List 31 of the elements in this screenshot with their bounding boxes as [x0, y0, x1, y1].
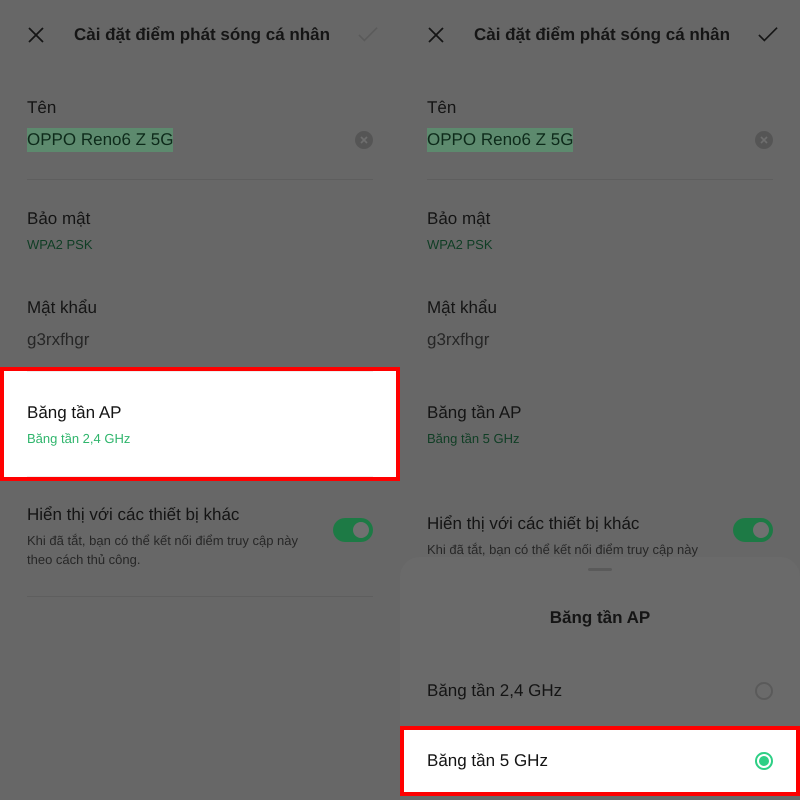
- name-field[interactable]: OPPO Reno6 Z 5G: [27, 128, 174, 152]
- clear-icon[interactable]: [755, 130, 773, 148]
- security-value: WPA2 PSK: [27, 236, 93, 252]
- visibility-toggle[interactable]: [733, 518, 773, 542]
- visibility-label: Hiển thị với các thiết bị khác: [27, 504, 240, 524]
- band-row[interactable]: Băng tần AP Băng tần 5 GHz: [400, 367, 800, 481]
- band-option[interactable]: Băng tần 5 GHz: [400, 726, 800, 796]
- clear-icon[interactable]: [355, 130, 373, 148]
- field-label: Tên: [427, 98, 456, 118]
- field-label: Tên: [27, 98, 56, 118]
- band-row[interactable]: Băng tần AP Băng tần 2,4 GHz: [0, 367, 400, 481]
- band-option[interactable]: Băng tần 2,4 GHz: [400, 656, 800, 726]
- password-label: Mật khẩu: [27, 298, 97, 318]
- password-value[interactable]: g3rxfhgr: [27, 330, 90, 350]
- visibility-label: Hiển thị với các thiết bị khác: [427, 514, 640, 534]
- screen-title: Cài đặt điểm phát sóng cá nhân: [73, 25, 331, 45]
- visibility-toggle[interactable]: [333, 518, 373, 542]
- security-value: WPA2 PSK: [427, 236, 493, 252]
- check-icon: [758, 26, 778, 44]
- security-label: Bảo mật: [27, 208, 90, 228]
- visibility-hint: Khi đã tắt, bạn có thể kết nối điểm truy cập này: [427, 541, 699, 559]
- security-label: Bảo mật: [427, 208, 490, 228]
- screen-title: Cài đặt điểm phát sóng cá nhân: [473, 25, 731, 45]
- radio-button[interactable]: [755, 752, 773, 770]
- name-field[interactable]: OPPO Reno6 Z 5G: [427, 128, 574, 152]
- password-label: Mật khẩu: [427, 298, 497, 318]
- password-value[interactable]: g3rxfhgr: [427, 330, 490, 350]
- close-icon: [27, 26, 45, 44]
- close-icon: [427, 26, 445, 44]
- sheet-title: Băng tần AP: [550, 608, 650, 628]
- visibility-hint: Khi đã tắt, bạn có thể kết nối điểm truy cập này theo cách thủ công.: [27, 532, 299, 568]
